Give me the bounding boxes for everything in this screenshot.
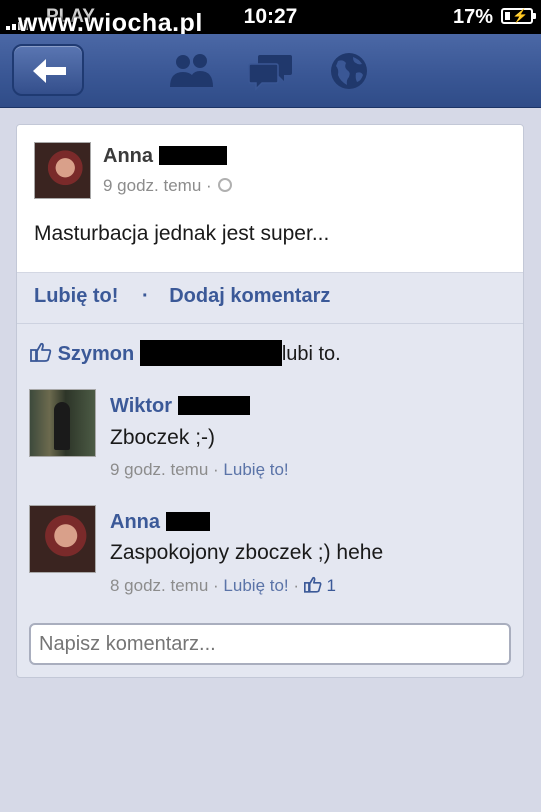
comment-author[interactable]: Wiktor (110, 395, 250, 418)
status-bar: PLAY www.wiocha.pl 10:27 17% ⚡ (0, 0, 541, 37)
comment-like-button[interactable]: Lubię to! (223, 460, 288, 479)
post-author-name[interactable]: Anna (103, 145, 227, 168)
comment-text: Zboczek ;-) (110, 426, 216, 449)
post-timestamp: 9 godz. temu · (103, 176, 233, 196)
comment-meta: 9 godz. temu · Lubię to! (110, 460, 289, 479)
add-comment-button[interactable]: Dodaj komentarz (169, 285, 330, 307)
post-author-avatar[interactable] (34, 142, 91, 199)
back-arrow-icon (33, 59, 66, 83)
messages-icon[interactable] (248, 51, 294, 91)
post-text: Masturbacja jednak jest super... (34, 222, 330, 245)
thumbs-up-icon (30, 342, 52, 362)
nav-bar (0, 34, 541, 108)
like-button[interactable]: Lubię to! (34, 285, 118, 307)
likes-summary: Szymon lubi to. (30, 340, 341, 366)
divider (17, 323, 523, 324)
comment-avatar-wiktor[interactable] (29, 389, 96, 457)
comment-like-count[interactable]: 1 (327, 576, 336, 595)
thumbs-up-icon (303, 576, 322, 593)
comment-meta: 8 godz. temu · Lubię to! · 1 (110, 576, 336, 595)
censor-bar (139, 340, 282, 366)
battery-percent: 17% (452, 6, 493, 28)
globe-notifications-icon[interactable] (329, 51, 369, 91)
censor-bar (177, 396, 250, 415)
comment-avatar-anna[interactable] (29, 505, 96, 573)
comment-input[interactable] (29, 623, 511, 665)
post-card: Anna 9 godz. temu · Masturbacja jednak j… (16, 124, 524, 678)
post-actions: Lubię to! · Dodaj komentarz (34, 285, 331, 307)
friends-icon[interactable] (168, 51, 216, 91)
battery-icon: ⚡ (501, 8, 536, 24)
comment-author[interactable]: Anna (110, 511, 210, 534)
back-button[interactable] (12, 44, 84, 96)
comment-text: Zaspokojony zboczek ;) hehe (110, 541, 384, 564)
post-header: Anna 9 godz. temu · Masturbacja jednak j… (17, 125, 523, 273)
globe-icon (218, 178, 233, 192)
liker-name[interactable]: Szymon (58, 343, 135, 365)
comment-like-button[interactable]: Lubię to! (223, 576, 288, 595)
censor-bar (165, 512, 210, 531)
censor-bar (158, 146, 227, 165)
